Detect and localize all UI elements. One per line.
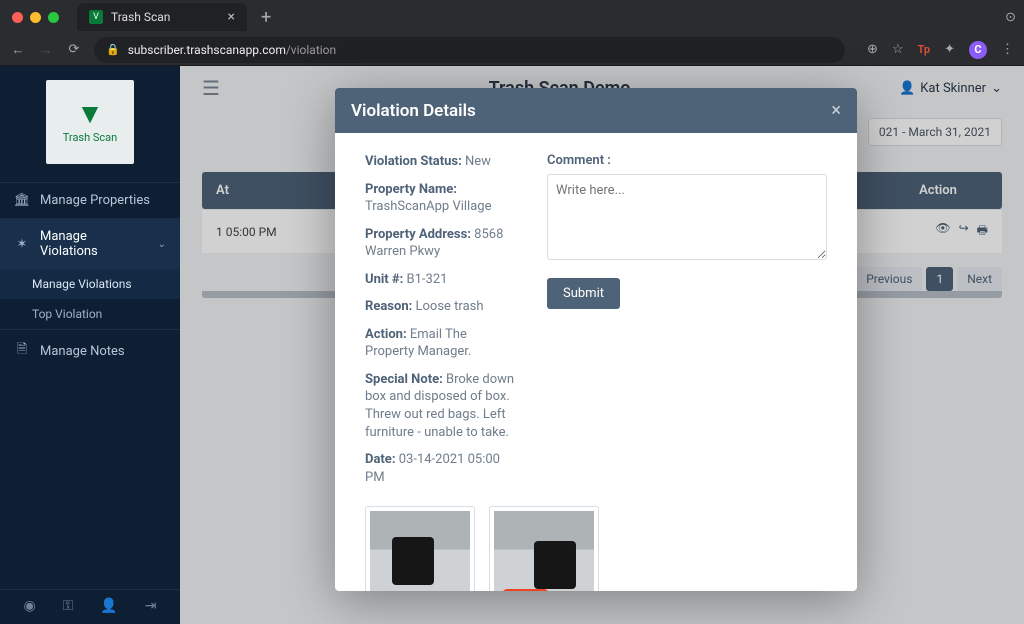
sidebar-subitem-top-violation[interactable]: Top Violation (0, 299, 180, 329)
bookmark-icon[interactable]: ☆ (892, 42, 904, 57)
extensions-icon[interactable]: ✦ (944, 42, 955, 57)
note-label: Special Note: (365, 372, 443, 387)
sidebar-item-label: Manage Notes (40, 344, 125, 359)
logo-text: Trash Scan (63, 131, 117, 144)
reason-value: Loose trash (416, 299, 484, 314)
modal-title: Violation Details (351, 101, 476, 121)
nav-forward-icon: → (38, 42, 54, 58)
violation-photo-1[interactable]: 03-14-2021 17:00:02 (CST) (365, 506, 475, 591)
tab-bar: V Trash Scan × + ⊙ (0, 0, 1024, 34)
new-tab-button[interactable]: + (255, 7, 277, 28)
chevron-down-icon: ⌄ (158, 239, 166, 250)
sidebar-item-violations[interactable]: ✶ Manage Violations ⌄ (0, 218, 180, 269)
sidebar: ▼ Trash Scan 🏛 Manage Properties ✶ Manag… (0, 66, 180, 624)
url-text: subscriber.trashscanapp.com/violation (128, 43, 336, 57)
status-value: New (465, 154, 491, 169)
main-content: ☰ Trash Scan Demo 👤 Kat Skinner ⌄ 021 - … (180, 66, 1024, 624)
address-bar: ← → ⟳ 🔒 subscriber.trashscanapp.com/viol… (0, 34, 1024, 66)
action-label: Action: (365, 327, 407, 342)
violation-photo-2[interactable]: 03-14-2021 17:00:03 (CST) (489, 506, 599, 591)
user-icon[interactable]: 👤 (100, 598, 117, 614)
tab-title: Trash Scan (111, 10, 220, 24)
key-icon[interactable]: ⚿ (63, 598, 74, 614)
property-label: Property Name: (365, 182, 457, 197)
document-icon: 🗎 (14, 340, 30, 362)
window-minimize[interactable] (30, 12, 41, 23)
sidebar-footer: ◉ ⚿ 👤 ⇥ (0, 589, 180, 624)
sidebar-subitem-manage-violations[interactable]: Manage Violations (0, 269, 180, 299)
dashboard-icon[interactable]: ◉ (23, 598, 35, 614)
submit-button[interactable]: Submit (547, 278, 620, 309)
violation-details-modal: Violation Details × Violation Status: Ne… (335, 88, 857, 591)
unit-value: B1-321 (407, 272, 448, 287)
zoom-icon[interactable]: ⊕ (867, 42, 878, 57)
window-controls (12, 12, 59, 23)
sidebar-item-notes[interactable]: 🗎 Manage Notes (0, 329, 180, 372)
logo-icon: ▼ (76, 100, 104, 128)
modal-header: Violation Details × (335, 88, 857, 133)
logo[interactable]: ▼ Trash Scan (0, 66, 180, 182)
nav-back-icon[interactable]: ← (10, 42, 26, 58)
favicon-icon: V (89, 10, 103, 24)
browser-tab[interactable]: V Trash Scan × (77, 3, 247, 31)
extension-tp-icon[interactable]: Tp (918, 43, 931, 56)
window-close[interactable] (12, 12, 23, 23)
sidebar-item-properties[interactable]: 🏛 Manage Properties (0, 182, 180, 218)
reason-label: Reason: (365, 299, 412, 314)
browser-chrome: V Trash Scan × + ⊙ ← → ⟳ 🔒 subscriber.tr… (0, 0, 1024, 66)
close-icon[interactable]: × (831, 100, 841, 121)
nav-reload-icon[interactable]: ⟳ (66, 42, 82, 57)
property-value: TrashScanApp Village (365, 199, 491, 214)
window-zoom[interactable] (48, 12, 59, 23)
sidebar-item-label: Manage Properties (40, 193, 150, 208)
window-overflow-icon[interactable]: ⊙ (1005, 10, 1016, 25)
sidebar-item-label: Manage Violations (40, 229, 148, 259)
unit-label: Unit #: (365, 272, 403, 287)
browser-menu-icon[interactable]: ⋮ (1001, 42, 1014, 57)
profile-avatar-icon[interactable]: C (969, 41, 987, 59)
comment-label: Comment : (547, 153, 827, 168)
date-label: Date: (365, 452, 396, 467)
lock-icon: 🔒 (106, 43, 120, 56)
tab-close-icon[interactable]: × (228, 9, 235, 25)
omnibox[interactable]: 🔒 subscriber.trashscanapp.com/violation (94, 37, 845, 63)
status-label: Violation Status: (365, 154, 462, 169)
logout-icon[interactable]: ⇥ (145, 598, 157, 614)
comment-textarea[interactable] (547, 174, 827, 260)
address-label: Property Address: (365, 227, 471, 242)
building-icon: 🏛 (14, 193, 30, 208)
shield-icon: ✶ (14, 237, 30, 252)
violation-photos: 03-14-2021 17:00:02 (CST) 03-14-2021 17:… (335, 506, 857, 591)
